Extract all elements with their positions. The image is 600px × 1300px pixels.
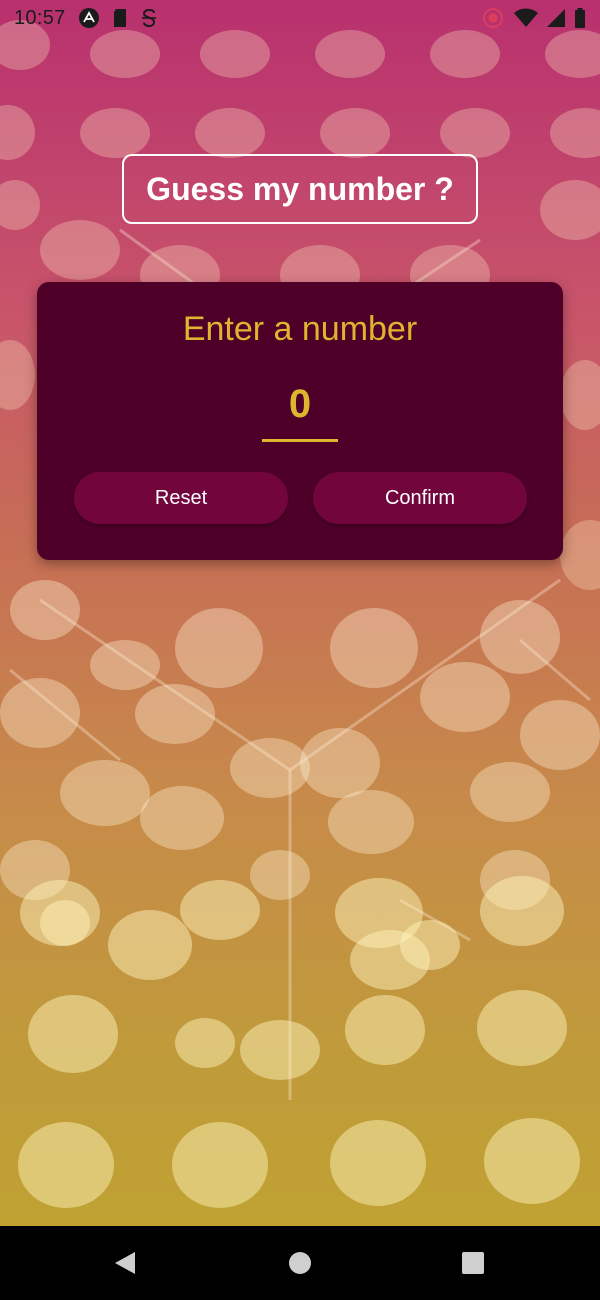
card-heading: Enter a number — [182, 310, 418, 348]
bokeh-circle — [10, 580, 80, 640]
record-icon — [480, 7, 506, 29]
bokeh-circle — [484, 1118, 580, 1204]
status-time: 10:57 — [14, 6, 66, 29]
bokeh-circle — [480, 600, 560, 674]
bokeh-circle — [230, 738, 310, 798]
navigation-bar — [0, 1226, 600, 1300]
confirm-button-label: Confirm — [384, 486, 455, 509]
bokeh-circle — [315, 30, 385, 78]
bokeh-circle — [40, 900, 90, 946]
bokeh-circle — [180, 880, 260, 940]
status-bar: 10:57 — [0, 0, 600, 36]
recents-icon — [462, 1252, 484, 1274]
bokeh-circle — [328, 790, 414, 854]
bokeh-circle — [345, 995, 425, 1065]
bokeh-circle — [240, 1020, 320, 1080]
bokeh-circle — [175, 608, 263, 688]
app-screen: 10:57 Guess my number ? Enter a number 0… — [0, 0, 600, 1300]
bokeh-circle — [470, 762, 550, 822]
bokeh-circle — [330, 608, 418, 688]
bokeh-circle — [172, 1122, 268, 1208]
bokeh-circle — [300, 728, 380, 798]
bokeh-circle — [440, 108, 510, 158]
bokeh-circle — [350, 930, 430, 990]
home-icon — [289, 1252, 311, 1274]
bokeh-circle — [135, 684, 215, 744]
bokeh-circle — [80, 108, 150, 158]
bokeh-circle — [430, 30, 500, 78]
recents-button[interactable] — [458, 1248, 488, 1278]
bokeh-circle — [520, 700, 600, 770]
app-a-icon — [78, 7, 100, 29]
back-button[interactable] — [110, 1248, 140, 1278]
signal-icon — [546, 8, 566, 28]
bokeh-circle — [175, 1018, 235, 1068]
bokeh-circle — [140, 786, 224, 850]
sync-s-icon — [140, 8, 158, 28]
bokeh-circle — [330, 1120, 426, 1206]
bokeh-circle — [90, 640, 160, 690]
bokeh-circle — [40, 220, 120, 280]
bokeh-circle — [90, 30, 160, 78]
bokeh-circle — [250, 850, 310, 900]
back-icon — [115, 1252, 135, 1274]
bokeh-circle — [195, 108, 265, 158]
bokeh-circle — [200, 30, 270, 78]
bokeh-circle — [108, 910, 192, 980]
reset-button[interactable]: Reset — [74, 472, 288, 524]
battery-icon — [574, 8, 586, 28]
home-button[interactable] — [285, 1248, 315, 1278]
reset-button-label: Reset — [154, 486, 208, 509]
bokeh-circle — [0, 678, 80, 748]
page-title: Guess my number ? — [122, 154, 478, 224]
number-input[interactable] — [262, 370, 338, 442]
bokeh-circle — [18, 1122, 114, 1208]
page-title-text: Guess my number ? — [146, 170, 454, 207]
bokeh-circle — [60, 760, 150, 826]
bokeh-circle — [477, 990, 567, 1066]
bokeh-circle — [28, 995, 118, 1073]
confirm-button[interactable]: Confirm — [313, 472, 527, 524]
bokeh-circle — [320, 108, 390, 158]
bokeh-circle — [480, 876, 564, 946]
sd-card-icon — [112, 8, 128, 28]
bokeh-circle — [420, 662, 510, 732]
wifi-icon — [514, 8, 538, 28]
